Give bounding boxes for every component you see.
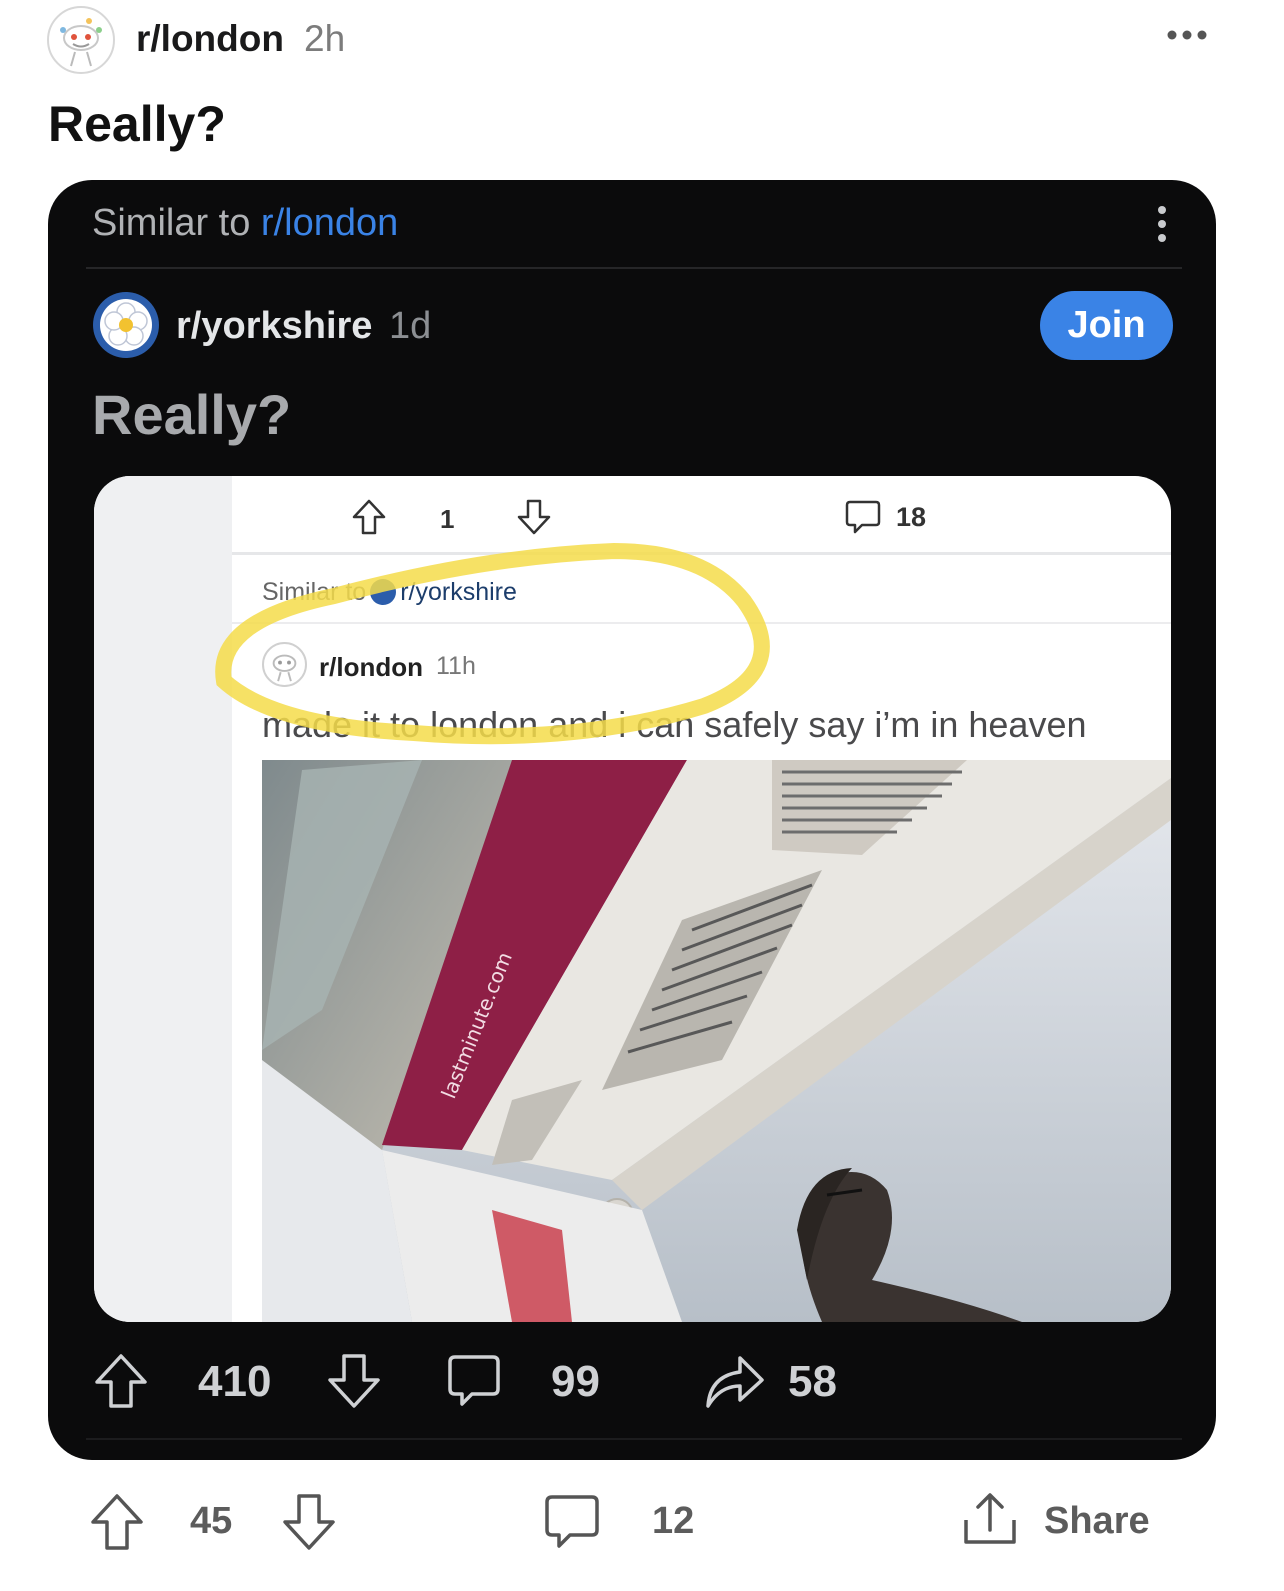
yorkshire-rose-icon [100,299,152,351]
similar-to-label: Similar to r/london [92,202,399,244]
comment-icon [845,500,881,534]
subreddit-name[interactable]: r/london [136,18,284,60]
inner-comment-count: 18 [896,502,927,532]
post-time: 2h [304,18,346,59]
post-score: 45 [190,1500,233,1542]
upvote-icon[interactable] [93,1352,149,1410]
embedded-post-title[interactable]: Really? [92,382,291,447]
subreddit-avatar[interactable] [47,6,115,74]
embedded-share-count: 58 [788,1357,837,1406]
reddit-snoo-icon [60,18,102,67]
embedded-score: 410 [198,1357,272,1406]
post-comment-count: 12 [652,1500,695,1542]
post-photo[interactable]: lastminute.com [262,760,1171,1322]
card-more-options-icon[interactable] [1150,205,1174,245]
downvote-icon[interactable] [326,1352,382,1410]
divider [86,267,1182,269]
embedded-comment-count: 99 [551,1357,600,1406]
yorkshire-avatar[interactable] [93,292,159,358]
more-options-icon[interactable] [1166,28,1208,42]
share-arrow-icon[interactable] [704,1350,766,1410]
yellow-highlight-circle [215,542,770,745]
inner-screenshot[interactable]: 1 18 Similar to r/yorkshire r/london 11h … [94,476,1171,1322]
share-icon[interactable] [960,1490,1020,1550]
divider [86,1438,1182,1440]
downvote-icon[interactable] [281,1492,337,1552]
post-title[interactable]: Really? [48,95,226,153]
comment-icon[interactable] [543,1492,601,1552]
comment-icon[interactable] [446,1352,502,1410]
embedded-subreddit-name[interactable]: r/yorkshire [176,305,372,348]
join-button[interactable]: Join [1040,291,1173,360]
share-button[interactable]: Share [1044,1500,1150,1543]
embedded-post-time: 1d [389,305,432,347]
upvote-icon[interactable] [89,1492,145,1552]
similar-to-link[interactable]: r/london [261,202,398,244]
